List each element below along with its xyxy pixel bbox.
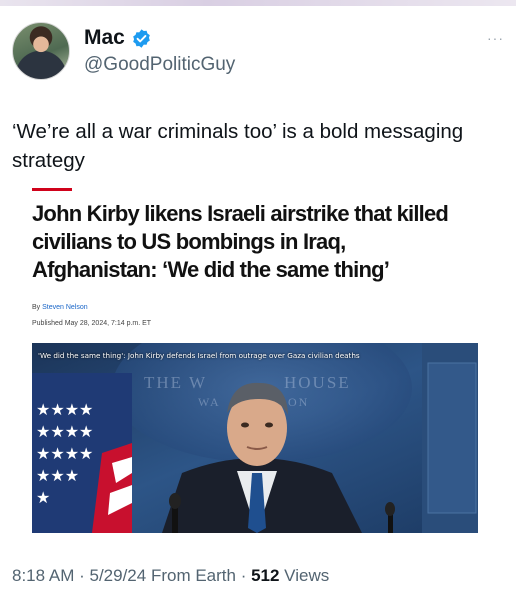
backdrop-text-right-2: ON: [288, 395, 310, 409]
article-accent-rule: [32, 188, 72, 191]
meta-separator: ·: [74, 566, 90, 585]
meta-separator-2: ·: [235, 566, 252, 585]
svg-text:★★★★: ★★★★: [36, 400, 93, 419]
article-headline: John Kirby likens Israeli airstrike that…: [32, 201, 449, 282]
tweet-metadata: 8:18 AM · 5/29/24 From Earth · 512 Views: [12, 566, 329, 586]
article-video-image[interactable]: ★★★★ ★★★★ ★★★★ ★★★ ★ THE W HOUSE WA ON '…: [32, 343, 478, 533]
more-options-icon[interactable]: ···: [487, 30, 504, 46]
byline-prefix: By: [32, 304, 41, 311]
backdrop-text-left-2: WA: [198, 395, 221, 409]
tweet-source: From Earth: [146, 566, 236, 585]
name-row: Mac: [84, 26, 152, 50]
top-accent-bar: [0, 0, 516, 6]
video-caption: 'We did the same thing': John Kirby defe…: [38, 351, 360, 360]
article-byline: By Steven Nelson: [32, 304, 88, 311]
display-name[interactable]: Mac: [84, 26, 125, 50]
backdrop-text-left: THE W: [144, 373, 208, 392]
tweet-text: ‘We’re all a war criminals too’ is a bol…: [12, 120, 464, 172]
tweet-header: Mac @GoodPoliticGuy ···: [12, 22, 504, 82]
svg-text:★★★: ★★★: [36, 466, 79, 485]
backdrop-text-right: HOUSE: [284, 373, 351, 392]
svg-text:★★★★: ★★★★: [36, 444, 93, 463]
user-handle[interactable]: @GoodPoliticGuy: [84, 54, 235, 76]
article-screenshot[interactable]: John Kirby likens Israeli airstrike that…: [30, 188, 478, 533]
press-briefing-image: ★★★★ ★★★★ ★★★★ ★★★ ★: [32, 343, 478, 533]
views-label: Views: [279, 566, 330, 585]
verified-badge-icon: [133, 28, 150, 48]
tweet-time[interactable]: 8:18 AM: [12, 566, 74, 585]
avatar[interactable]: [12, 22, 70, 80]
tweet-date[interactable]: 5/29/24: [89, 566, 146, 585]
svg-text:★: ★: [36, 488, 50, 507]
article-published-date: Published May 28, 2024, 7:14 p.m. ET: [32, 320, 152, 327]
svg-text:★★★★: ★★★★: [36, 422, 93, 441]
byline-author[interactable]: Steven Nelson: [42, 304, 88, 311]
views-count: 512: [251, 566, 280, 585]
